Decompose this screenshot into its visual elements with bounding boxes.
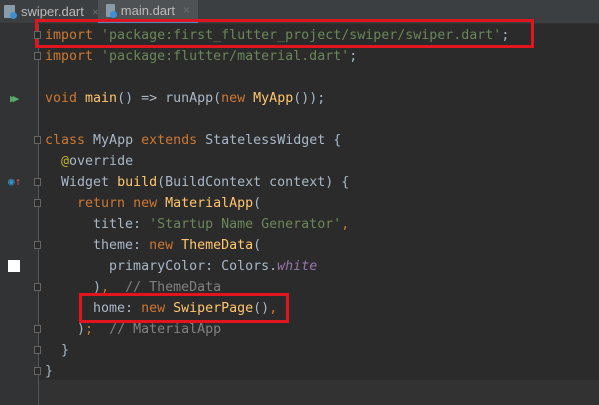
code-line: @override [45, 151, 133, 172]
code-token: 'Startup Name Generator' [149, 217, 342, 232]
code-token: new [149, 238, 182, 253]
highlight-box-home [79, 293, 289, 323]
code-token: } [45, 343, 70, 358]
code-line: primaryColor: Colors.white [45, 256, 317, 277]
code-token: ThemeData [181, 238, 254, 253]
code-line: void main() => runApp(new MyApp()); [45, 88, 325, 109]
code-token: import [45, 49, 102, 64]
code-line: import 'package:flutter/material.dart'; [45, 46, 357, 67]
tab-label: swiper.dart [21, 4, 84, 19]
code-token: ; [349, 49, 358, 64]
code-token: return new [77, 196, 166, 211]
code-token: main [85, 91, 118, 106]
code-token: 'package:flutter/material.dart' [101, 49, 350, 64]
code-token: ) [45, 322, 86, 337]
fold-marker-icon[interactable] [34, 199, 41, 207]
code-token: override [69, 154, 134, 169]
dart-file-icon [106, 3, 117, 18]
code-line: } [45, 361, 53, 382]
code-token: , [341, 217, 350, 232]
code-token: white [277, 259, 318, 274]
code-line: title: 'Startup Name Generator', [45, 214, 349, 235]
code-token: StatelessWidget { [205, 133, 342, 148]
fold-marker-icon[interactable] [34, 31, 41, 39]
fold-marker-icon[interactable] [34, 283, 41, 291]
override-icon[interactable]: ◉↑ [8, 175, 21, 188]
color-swatch-icon[interactable] [8, 260, 20, 272]
code-token: extends [141, 133, 206, 148]
tab-label: main.dart [120, 2, 175, 18]
code-token: new [221, 91, 254, 106]
code-token: theme: [45, 238, 150, 253]
code-line: Widget build(BuildContext context) { [45, 172, 349, 193]
code-token: void [45, 91, 86, 106]
code-token: ; [85, 322, 94, 337]
code-token: ()); [293, 91, 326, 106]
code-token: Widget [45, 175, 118, 190]
code-token: () => runApp( [117, 91, 222, 106]
code-token: title: [45, 217, 150, 232]
highlight-box-import [35, 19, 534, 48]
code-token: MyApp [253, 91, 294, 106]
fold-marker-icon[interactable] [34, 136, 41, 144]
code-token: // MaterialApp [109, 322, 222, 337]
fold-marker-icon[interactable] [34, 367, 41, 375]
fold-marker-icon[interactable] [34, 325, 41, 333]
code-line: } [45, 340, 69, 361]
code-token: @ [61, 154, 70, 169]
run-icon[interactable]: ▶▶ [10, 92, 19, 105]
code-token: build [117, 175, 158, 190]
code-line: return new MaterialApp( [45, 193, 261, 214]
fold-marker-icon[interactable] [34, 346, 41, 354]
code-line: theme: new ThemeData( [45, 235, 261, 256]
code-token: (BuildContext context) { [157, 175, 350, 190]
fold-marker-icon[interactable] [34, 178, 41, 186]
code-line: class MyApp extends StatelessWidget { [45, 130, 341, 151]
code-token: } [45, 364, 54, 379]
code-token: class [45, 133, 94, 148]
close-icon[interactable]: × [183, 3, 190, 17]
code-token: primaryColor: Colors. [45, 259, 278, 274]
code-token: MaterialApp [165, 196, 254, 211]
fold-marker-icon[interactable] [34, 241, 41, 249]
fold-marker-icon[interactable] [34, 52, 41, 60]
dart-file-icon [4, 5, 17, 19]
code-token: MyApp [93, 133, 142, 148]
code-token: ( [253, 196, 262, 211]
code-token: ( [253, 238, 262, 253]
code-editor[interactable]: import 'package:first_flutter_project/sw… [39, 24, 599, 405]
